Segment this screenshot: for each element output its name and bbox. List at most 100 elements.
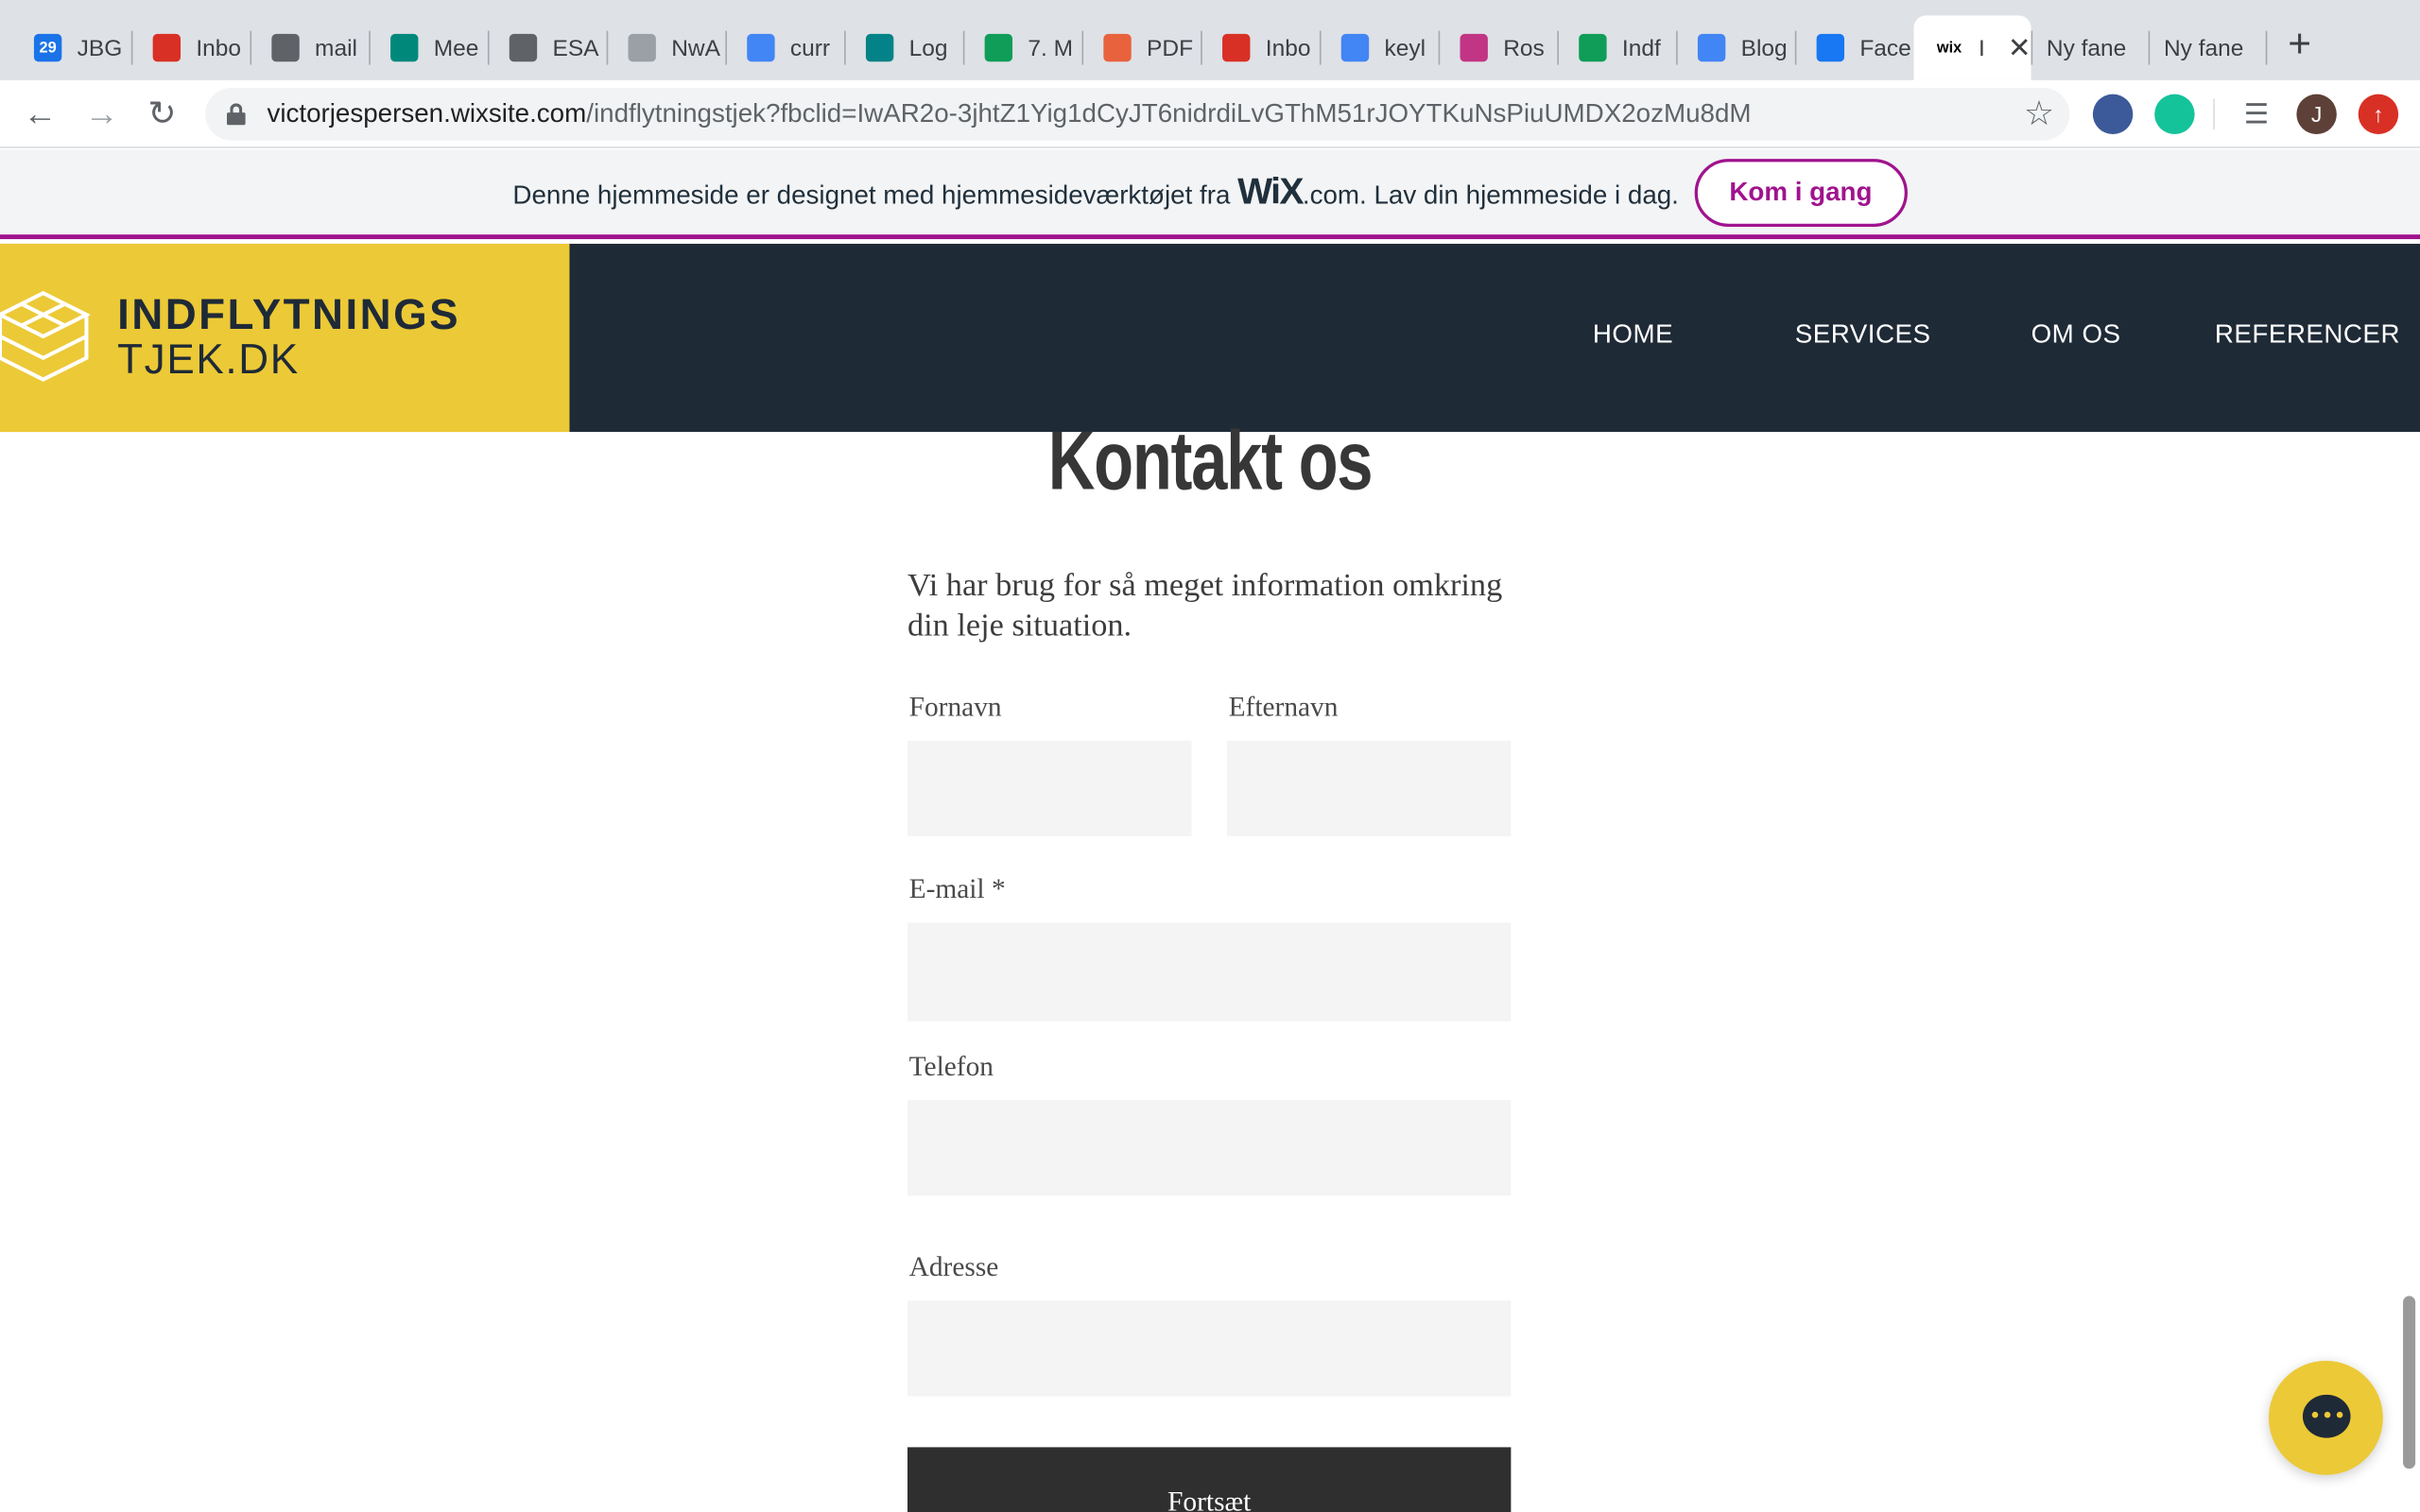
browser-tab[interactable]: 29 JBG <box>12 15 131 80</box>
gmail-icon <box>152 33 182 62</box>
browser-tab[interactable]: ESA <box>488 15 607 80</box>
google-icon <box>747 33 775 62</box>
address-label: Adresse <box>908 1251 999 1282</box>
rocket-extension-icon[interactable] <box>2092 94 2134 135</box>
browser-tab[interactable]: Indf <box>1557 15 1676 80</box>
site-header: INDFLYTNINGS TJEK.DK HOME SERVICES OM OS… <box>0 243 2420 433</box>
url-text[interactable]: victorjespersen.wixsite.com/indflytnings… <box>267 98 1751 129</box>
browser-tab[interactable]: PDF <box>1081 15 1201 80</box>
continue-button[interactable]: Fortsæt <box>907 1447 1512 1512</box>
browser-tab-title: Log <box>908 34 948 61</box>
last-name-field[interactable] <box>1226 740 1512 836</box>
browser-tab[interactable]: NwA <box>607 15 726 80</box>
nav-home[interactable]: HOME <box>1593 319 1673 351</box>
browser-tab[interactable]: 7. M <box>963 15 1082 80</box>
update-icon[interactable]: ↑ <box>2358 94 2399 135</box>
browser-toolbar: ← → ↻ victorjespersen.wixsite.com/indfly… <box>0 79 2420 148</box>
browser-tab[interactable]: Inbo <box>1201 15 1320 80</box>
browser-tab[interactable]: Mee <box>369 15 488 80</box>
browser-tab[interactable]: Inbo <box>131 15 251 80</box>
page-scrollbar[interactable] <box>2403 1296 2416 1469</box>
instagram-icon <box>1460 33 1488 62</box>
nav-referencer[interactable]: REFERENCER <box>2215 319 2400 351</box>
logo-cube-icon <box>0 290 91 382</box>
bookmark-star-icon[interactable]: ☆ <box>2024 94 2054 134</box>
logo-line2: TJEK.DK <box>117 335 300 383</box>
get-started-button[interactable]: Kom i gang <box>1694 158 1908 227</box>
document-icon <box>628 33 656 62</box>
email-label: E-mail * <box>908 873 1006 904</box>
chat-icon <box>2302 1394 2351 1438</box>
browser-tab-title: I <box>1979 34 1985 61</box>
docs-icon <box>1697 33 1726 62</box>
browser-tab-title: Ros <box>1503 34 1545 61</box>
pdf-icon <box>1103 33 1132 62</box>
intro-text: Vi har brug for så meget information omk… <box>907 566 1503 644</box>
browser-tab-title: curr <box>789 34 831 61</box>
drive-icon <box>1579 33 1607 62</box>
globe-icon <box>271 33 300 62</box>
browser-tab[interactable]: Log <box>844 15 963 80</box>
browser-tab-title: Ny fane <box>2046 34 2127 61</box>
gmail-icon <box>1222 33 1251 62</box>
wix-promo-banner: Denne hjemmeside er designet med hjemmes… <box>0 149 2420 240</box>
last-name-label: Efternavn <box>1228 691 1339 723</box>
wix-icon: wix <box>1936 39 1962 57</box>
toolbar-divider <box>2213 98 2215 130</box>
globe-icon <box>509 33 538 62</box>
browser-tab-title: mail <box>315 34 357 61</box>
google-icon <box>1340 33 1370 62</box>
browser-tab[interactable]: Ny fane <box>2031 15 2149 80</box>
email-field[interactable] <box>907 922 1512 1022</box>
browser-tab-title: JBG <box>77 34 123 61</box>
browser-tab-title: Ny fane <box>2163 34 2244 61</box>
browser-tab[interactable]: Ros <box>1439 15 1558 80</box>
first-name-label: Fornavn <box>908 691 1002 723</box>
page-title: Kontakt os <box>1047 415 1374 508</box>
wix-banner-text: Denne hjemmeside er designet med hjemmes… <box>512 170 1678 214</box>
chat-button[interactable] <box>2268 1360 2383 1475</box>
grammarly-extension-icon[interactable] <box>2154 94 2195 135</box>
browser-window: 29 JBG Inbo mail Mee ESA NwA curr Log 7. M PDF Inbo… <box>0 0 2420 1512</box>
browser-tab[interactable]: Face <box>1795 15 1914 80</box>
site-logo[interactable]: INDFLYTNINGS TJEK.DK <box>0 243 570 433</box>
tab-strip: 29 JBG Inbo mail Mee ESA NwA curr Log 7. M PDF Inbo… <box>0 0 2420 80</box>
sharepoint-icon <box>865 33 894 62</box>
first-name-field[interactable] <box>907 740 1192 836</box>
browser-tab-title: PDF <box>1147 34 1194 61</box>
browser-tab[interactable]: keyl <box>1320 15 1439 80</box>
browser-tab[interactable]: Ny fane <box>2149 15 2266 80</box>
phone-label: Telefon <box>908 1050 994 1082</box>
address-field[interactable] <box>907 1300 1512 1397</box>
browser-tab-title: Blog <box>1740 34 1788 61</box>
browser-tab-title: Indf <box>1621 34 1661 61</box>
address-bar[interactable]: victorjespersen.wixsite.com/indflytnings… <box>205 88 2070 141</box>
browser-tab[interactable]: Blog <box>1676 15 1795 80</box>
new-tab-icon[interactable]: + <box>2278 22 2322 65</box>
reload-icon[interactable]: ↻ <box>141 93 184 136</box>
nav-om-os[interactable]: OM OS <box>2031 319 2121 351</box>
forward-icon[interactable]: → <box>80 93 124 136</box>
lock-icon <box>226 103 246 126</box>
media-control-icon[interactable]: ☰ <box>2235 93 2278 136</box>
contact-section: Kontakt os Vi har brug for så meget info… <box>0 415 2420 1512</box>
close-tab-icon[interactable]: ✕ <box>2008 31 2031 63</box>
profile-avatar[interactable]: J <box>2296 94 2337 135</box>
logo-line1: INDFLYTNINGS <box>117 289 461 338</box>
browser-tab-title: NwA <box>671 34 720 61</box>
wix-banner-text-after: .com. Lav din hjemmeside i dag. <box>1302 180 1679 210</box>
calendar-icon: 29 <box>33 33 62 62</box>
back-icon[interactable]: ← <box>19 93 62 136</box>
browser-tab[interactable]: mail <box>250 15 369 80</box>
phone-field[interactable] <box>907 1100 1512 1196</box>
browser-tab[interactable]: curr <box>725 15 844 80</box>
facebook-icon <box>1816 33 1845 62</box>
drive-icon <box>984 33 1013 62</box>
browser-tab-title: keyl <box>1384 34 1426 61</box>
wix-banner-text-before: Denne hjemmeside er designet med hjemmes… <box>512 180 1238 210</box>
browser-tab[interactable]: wix I ✕ <box>1913 15 2031 80</box>
browser-tab-title: 7. M <box>1028 34 1073 61</box>
nav-services[interactable]: SERVICES <box>1795 319 1931 351</box>
browser-tab-title: Mee <box>433 34 479 61</box>
wix-logo: WiX <box>1237 170 1304 213</box>
